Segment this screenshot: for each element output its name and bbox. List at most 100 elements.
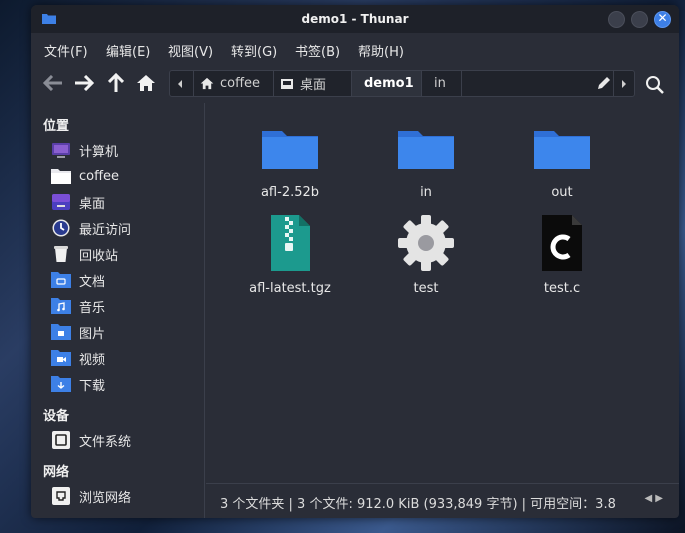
- downloads-folder-icon: [51, 376, 71, 392]
- drive-icon: [52, 431, 70, 449]
- path-scroll-left[interactable]: [170, 71, 194, 96]
- sidebar-item-downloads[interactable]: 下载: [51, 373, 105, 395]
- sidebar-item-browse-network[interactable]: 浏览网络: [51, 485, 131, 507]
- archive-icon: [271, 215, 310, 271]
- file-name: test: [413, 281, 439, 296]
- menu-go[interactable]: 转到(G): [231, 41, 277, 60]
- desktop-icon: [281, 78, 293, 89]
- arrow-right-icon: [75, 75, 94, 91]
- crumb-label: 桌面: [300, 78, 327, 93]
- back-button[interactable]: [41, 71, 65, 95]
- sidebar-item-label: 计算机: [79, 144, 119, 160]
- devices-header: 设备: [43, 409, 70, 424]
- path-scroll-right[interactable]: [613, 71, 634, 96]
- file-item-out[interactable]: out: [507, 117, 617, 200]
- videos-folder-icon: [51, 350, 71, 366]
- c-source-icon: [542, 215, 582, 271]
- file-item-test[interactable]: test: [371, 213, 481, 296]
- crumb-label: in: [434, 76, 446, 91]
- caret-left-icon: [178, 79, 182, 88]
- sidebar-item-label: 回收站: [79, 248, 119, 264]
- home-icon: [200, 77, 214, 90]
- computer-icon: [52, 143, 70, 158]
- trash-icon: [54, 246, 68, 262]
- close-button[interactable]: ✕: [654, 11, 671, 28]
- documents-folder-icon: [51, 272, 71, 288]
- arrow-up-icon: [108, 73, 124, 92]
- sidebar-item-label: 文档: [79, 274, 106, 290]
- sidebar-item-label: 音乐: [79, 300, 106, 316]
- pictures-folder-icon: [51, 324, 71, 340]
- arrow-left-icon: [43, 75, 62, 91]
- sidebar-item-documents[interactable]: 文档: [51, 269, 105, 291]
- search-icon[interactable]: [645, 75, 665, 95]
- file-item-afl-2.52b[interactable]: afl-2.52b: [235, 117, 345, 200]
- file-item-afl-latest-tgz[interactable]: afl-latest.tgz: [235, 213, 345, 296]
- menu-bar: 文件(F) 编辑(E) 视图(V) 转到(G) 书签(B) 帮助(H): [31, 33, 679, 65]
- maximize-button[interactable]: [631, 11, 648, 28]
- crumb-coffee[interactable]: coffee: [194, 71, 274, 96]
- sidebar-item-music[interactable]: 音乐: [51, 295, 105, 317]
- sidebar-item-recent[interactable]: 最近访问: [51, 217, 131, 239]
- sidebar-item-label: 桌面: [79, 196, 106, 212]
- caret-right-icon: [622, 79, 626, 88]
- menu-bookmarks[interactable]: 书签(B): [295, 41, 340, 60]
- menu-view[interactable]: 视图(V): [168, 41, 213, 60]
- close-icon: ✕: [657, 11, 668, 25]
- folder-icon: [534, 131, 590, 169]
- network-header: 网络: [43, 465, 70, 480]
- sidebar-item-label: 图片: [79, 326, 106, 342]
- crumb-in[interactable]: in: [422, 71, 462, 96]
- sidebar: 位置 计算机 coffee 桌面 最近访问 回收站 文档 音乐 图片 视频 下载…: [31, 103, 205, 518]
- places-header: 位置: [43, 119, 70, 134]
- file-name: test.c: [543, 281, 581, 296]
- clock-icon: [52, 219, 70, 237]
- sidebar-item-trash[interactable]: 回收站: [51, 243, 118, 265]
- status-bar: 3 个文件夹 | 3 个文件: 912.0 KiB (933,849 字节) |…: [206, 483, 679, 518]
- status-scroll-arrows[interactable]: ◀ ▶: [644, 493, 663, 504]
- crumb-desktop[interactable]: 桌面: [274, 71, 352, 96]
- file-item-test-c[interactable]: test.c: [507, 213, 617, 296]
- file-name: afl-2.52b: [260, 185, 320, 200]
- thunar-window: demo1 - Thunar ✕ 文件(F) 编辑(E) 视图(V) 转到(G)…: [31, 5, 679, 518]
- menu-file[interactable]: 文件(F): [44, 41, 88, 60]
- crumb-demo1[interactable]: demo1: [352, 71, 422, 96]
- home-folder-icon: [51, 169, 71, 184]
- minimize-button[interactable]: [608, 11, 625, 28]
- folder-icon: [262, 131, 318, 169]
- sidebar-item-label: 最近访问: [79, 222, 132, 238]
- crumb-label: demo1: [364, 76, 414, 91]
- sidebar-item-label: 视频: [79, 352, 106, 368]
- sidebar-item-filesystem[interactable]: 文件系统: [51, 429, 131, 451]
- sidebar-item-pictures[interactable]: 图片: [51, 321, 105, 343]
- pencil-icon[interactable]: [596, 75, 612, 91]
- sidebar-item-computer[interactable]: 计算机: [51, 139, 118, 161]
- path-bar: coffee 桌面 demo1 in: [169, 70, 635, 97]
- home-icon: [137, 75, 155, 91]
- file-item-in[interactable]: in: [371, 117, 481, 200]
- file-name: afl-latest.tgz: [249, 281, 331, 296]
- network-icon: [52, 487, 70, 505]
- sidebar-item-label: 文件系统: [79, 434, 132, 450]
- sidebar-item-videos[interactable]: 视频: [51, 347, 105, 369]
- sidebar-item-coffee[interactable]: coffee: [51, 165, 119, 187]
- forward-button[interactable]: [72, 71, 96, 95]
- file-view: afl-2.52b in out afl-latest.tgz test tes…: [206, 103, 679, 483]
- window-title: demo1 - Thunar: [301, 12, 409, 26]
- up-button[interactable]: [104, 71, 128, 95]
- folder-icon: [398, 131, 454, 169]
- sidebar-item-desktop[interactable]: 桌面: [51, 191, 105, 213]
- music-folder-icon: [51, 298, 71, 314]
- toolbar: coffee 桌面 demo1 in: [31, 65, 679, 103]
- title-bar[interactable]: demo1 - Thunar ✕: [31, 5, 679, 33]
- file-name: in: [420, 185, 432, 200]
- menu-edit[interactable]: 编辑(E): [106, 41, 150, 60]
- status-text: 3 个文件夹 | 3 个文件: 912.0 KiB (933,849 字节) |…: [220, 497, 616, 512]
- menu-help[interactable]: 帮助(H): [358, 41, 404, 60]
- sidebar-item-label: coffee: [79, 168, 120, 184]
- crumb-label: coffee: [220, 76, 261, 91]
- home-button[interactable]: [134, 71, 158, 95]
- desktop-icon: [52, 194, 70, 210]
- sidebar-item-label: 下载: [79, 378, 106, 394]
- file-name: out: [551, 185, 573, 200]
